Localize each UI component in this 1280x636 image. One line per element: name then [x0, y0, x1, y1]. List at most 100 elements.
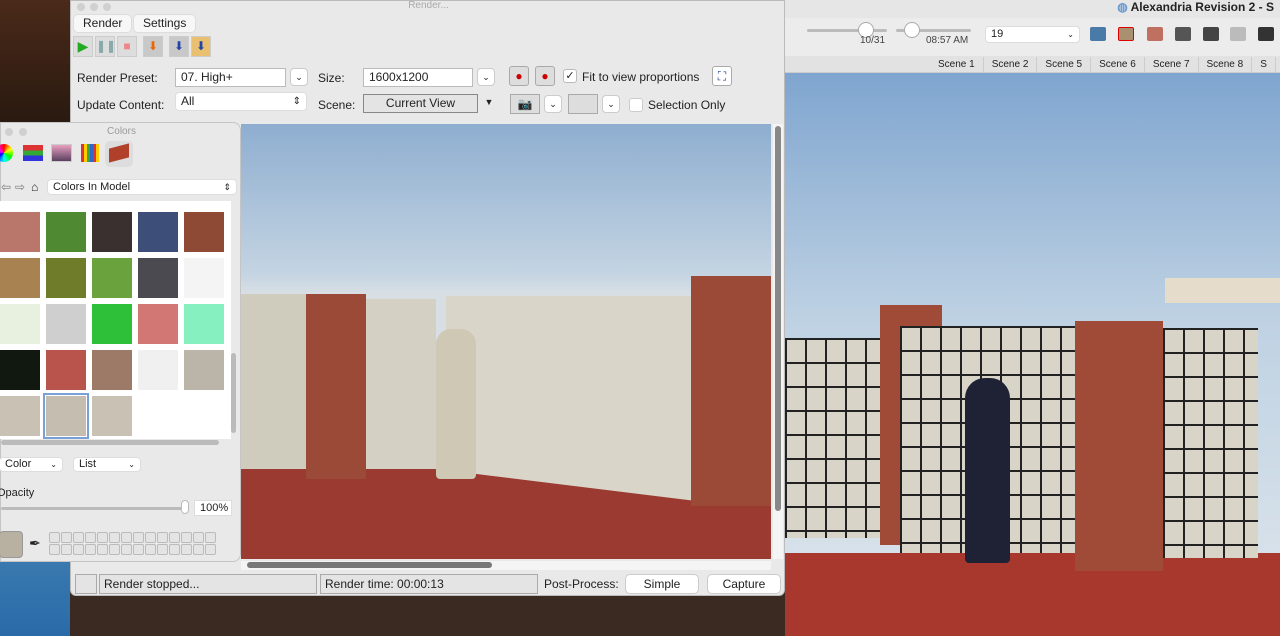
material-swatch[interactable] — [91, 257, 133, 299]
section-cut-icon[interactable] — [1147, 27, 1163, 41]
material-swatch[interactable] — [137, 257, 179, 299]
saved-color-well[interactable] — [97, 532, 108, 543]
saved-color-well[interactable] — [193, 544, 204, 555]
current-color-well[interactable] — [0, 531, 23, 558]
tab-scene-8[interactable]: Scene 8 — [1199, 57, 1253, 73]
capture-button[interactable]: Capture — [707, 574, 781, 594]
scene-field[interactable]: Current View — [363, 94, 478, 113]
render-preset-field[interactable]: 07. High+ — [175, 68, 286, 87]
material-swatch[interactable] — [91, 211, 133, 253]
opacity-slider[interactable] — [1, 507, 186, 510]
selection-only-checkbox[interactable] — [629, 98, 643, 112]
saved-color-well[interactable] — [73, 544, 84, 555]
saved-color-well[interactable] — [145, 544, 156, 555]
date-slider[interactable] — [807, 29, 887, 32]
simple-button[interactable]: Simple — [625, 574, 699, 594]
tab-scene-2[interactable]: Scene 2 — [984, 57, 1038, 73]
saved-color-well[interactable] — [85, 544, 96, 555]
material-swatch[interactable] — [183, 349, 225, 391]
material-swatch[interactable] — [43, 393, 89, 439]
layers-icon[interactable] — [568, 94, 598, 114]
material-swatch[interactable] — [45, 303, 87, 345]
camera-icon[interactable] — [1203, 27, 1219, 41]
saved-color-well[interactable] — [205, 544, 216, 555]
export-icon[interactable]: ⬇ — [169, 36, 189, 57]
zoom-out-icon[interactable]: ● — [535, 66, 555, 86]
pencils-icon[interactable] — [81, 144, 99, 162]
saved-color-well[interactable] — [61, 544, 72, 555]
fit-to-view-checkbox[interactable]: ✓ — [563, 69, 577, 83]
layers-dropdown[interactable]: ⌄ — [602, 95, 620, 113]
material-swatch[interactable] — [91, 349, 133, 391]
vertical-scrollbar[interactable] — [773, 124, 783, 559]
tab-scene-6[interactable]: Scene 6 — [1091, 57, 1145, 73]
material-swatch[interactable] — [137, 349, 179, 391]
material-swatch[interactable] — [183, 303, 225, 345]
eyedropper-icon[interactable]: ✒ — [29, 535, 41, 552]
tab-scene-more[interactable]: S — [1252, 57, 1276, 73]
save-render-icon[interactable]: ⬇ — [143, 36, 163, 57]
tab-settings[interactable]: Settings — [133, 14, 197, 33]
camera-dropdown[interactable]: ⌄ — [544, 95, 562, 113]
saved-color-well[interactable] — [61, 532, 72, 543]
material-swatch[interactable] — [137, 211, 179, 253]
opacity-slider-handle[interactable] — [181, 500, 189, 514]
walk-icon[interactable] — [1230, 27, 1246, 41]
saved-color-well[interactable] — [133, 532, 144, 543]
render-preset-dropdown[interactable]: ⌄ — [290, 68, 308, 86]
zoom-in-icon[interactable]: ● — [509, 66, 529, 86]
color-wheel-icon[interactable] — [0, 144, 13, 162]
material-swatch[interactable] — [183, 257, 225, 299]
size-dropdown[interactable]: ⌄ — [477, 68, 495, 86]
material-swatch[interactable] — [45, 211, 87, 253]
brick-materials-tab[interactable] — [105, 141, 133, 167]
horizontal-scrollbar[interactable] — [241, 561, 771, 570]
saved-color-well[interactable] — [49, 532, 60, 543]
color-sliders-icon[interactable] — [23, 145, 43, 161]
saved-color-well[interactable] — [97, 544, 108, 555]
saved-color-well[interactable] — [109, 532, 120, 543]
layer-select[interactable]: 19 ⌄ — [985, 26, 1080, 43]
saved-color-well[interactable] — [85, 532, 96, 543]
section-plane-icon[interactable] — [1090, 27, 1106, 41]
material-swatch[interactable] — [45, 349, 87, 391]
fit-window-icon[interactable]: ⛶ — [712, 66, 732, 86]
section-fill-icon[interactable] — [1118, 27, 1134, 41]
render-preview[interactable] — [241, 124, 771, 559]
saved-color-well[interactable] — [169, 544, 180, 555]
material-library-select[interactable]: Colors In Model ⇕ — [47, 179, 237, 195]
saved-color-well[interactable] — [157, 532, 168, 543]
color-mode-select[interactable]: Color ⌄ — [0, 457, 63, 472]
size-field[interactable]: 1600x1200 — [363, 68, 473, 87]
pause-icon[interactable]: ❚❚ — [95, 36, 116, 57]
saved-color-well[interactable] — [169, 532, 180, 543]
saved-color-well[interactable] — [121, 544, 132, 555]
material-swatch[interactable] — [0, 303, 41, 345]
saved-color-well[interactable] — [157, 544, 168, 555]
saved-color-well[interactable] — [181, 532, 192, 543]
material-swatch[interactable] — [0, 211, 41, 253]
material-swatch[interactable] — [137, 395, 179, 437]
saved-color-well[interactable] — [73, 532, 84, 543]
saved-color-well[interactable] — [121, 532, 132, 543]
saved-color-well[interactable] — [181, 544, 192, 555]
saved-color-well[interactable] — [145, 532, 156, 543]
time-slider-handle[interactable] — [904, 22, 920, 38]
section-display-icon[interactable] — [1175, 27, 1191, 41]
tab-scene-5[interactable]: Scene 5 — [1037, 57, 1092, 73]
forward-arrow-icon[interactable]: ⇨ — [15, 180, 25, 194]
update-content-select[interactable]: All ⇕ — [175, 92, 307, 111]
saved-color-well[interactable] — [109, 544, 120, 555]
saved-color-well[interactable] — [205, 532, 216, 543]
position-camera-icon[interactable] — [1258, 27, 1274, 41]
saved-color-well[interactable] — [133, 544, 144, 555]
material-swatch[interactable] — [0, 395, 41, 437]
swatch-scrollbar[interactable] — [231, 353, 236, 433]
model-viewport[interactable] — [785, 73, 1280, 636]
view-mode-select[interactable]: List ⌄ — [73, 457, 141, 472]
scene-dropdown[interactable]: ▼ — [480, 94, 498, 112]
play-icon[interactable]: ▶ — [73, 36, 93, 57]
saved-color-well[interactable] — [49, 544, 60, 555]
material-swatch[interactable] — [0, 349, 41, 391]
material-swatch[interactable] — [137, 303, 179, 345]
